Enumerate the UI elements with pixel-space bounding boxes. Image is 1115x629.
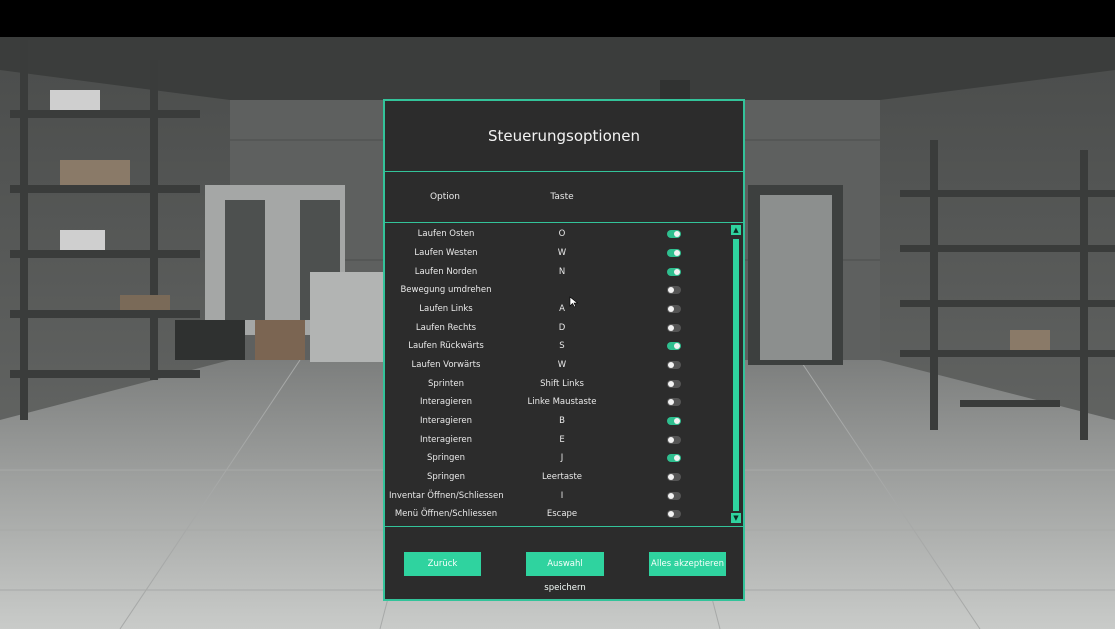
toggle-knob (674, 250, 680, 256)
option-toggle[interactable] (667, 436, 681, 444)
key-binding[interactable]: O (510, 229, 614, 239)
options-list[interactable]: Laufen Osten O Laufen Westen W Laufen No… (385, 225, 731, 525)
scrollbar-thumb[interactable] (733, 239, 739, 511)
save-selection-button[interactable]: Auswahl speichern (526, 552, 604, 593)
option-row: Bewegung umdrehen (385, 281, 731, 299)
option-label: Laufen Westen (414, 248, 478, 258)
option-toggle[interactable] (667, 249, 681, 257)
toggle-knob (668, 437, 674, 443)
option-label: Sprinten (428, 379, 464, 389)
option-row: Sprinten Shift Links (385, 375, 731, 393)
option-label: Springen (426, 472, 466, 482)
toggle-knob (674, 269, 680, 275)
option-row: Interagieren Linke Maustaste (385, 393, 731, 411)
toggle-knob (668, 362, 674, 368)
option-toggle[interactable] (667, 398, 681, 406)
list-scrollbar[interactable]: ▲ ▼ (731, 225, 741, 525)
option-toggle[interactable] (667, 380, 681, 388)
toggle-knob (668, 399, 674, 405)
controls-options-panel: Steuerungsoptionen Option Taste Laufen O… (383, 99, 745, 601)
option-label: Interagieren (419, 397, 473, 407)
option-label: Laufen Osten (417, 229, 475, 239)
toggle-knob (674, 343, 680, 349)
option-toggle[interactable] (667, 454, 681, 462)
key-binding[interactable]: S (510, 341, 614, 351)
option-label: Inventar Öffnen/Schliessen (389, 491, 504, 501)
option-row: Interagieren B (385, 412, 731, 430)
option-label: Laufen Rechts (415, 323, 477, 333)
panel-title: Steuerungsoptionen (385, 101, 743, 172)
toggle-knob (668, 493, 674, 499)
option-label: Interagieren (419, 435, 473, 445)
column-header-key: Taste (550, 192, 574, 202)
option-label: Laufen Norden (414, 267, 478, 277)
key-binding[interactable]: Linke Maustaste (510, 397, 614, 407)
scroll-down-icon[interactable]: ▼ (731, 513, 741, 523)
key-binding[interactable]: J (510, 453, 614, 463)
toggle-knob (668, 306, 674, 312)
option-label: Bewegung umdrehen (400, 285, 492, 295)
option-row: Laufen Rechts D (385, 319, 731, 337)
toggle-knob (668, 287, 674, 293)
option-label: Laufen Vorwärts (411, 360, 481, 370)
option-toggle[interactable] (667, 361, 681, 369)
toggle-knob (668, 474, 674, 480)
option-toggle[interactable] (667, 324, 681, 332)
option-label: Interagieren (419, 416, 473, 426)
option-toggle[interactable] (667, 492, 681, 500)
key-binding[interactable]: A (510, 304, 614, 314)
option-row: Laufen Westen W (385, 244, 731, 262)
option-row: Springen J (385, 449, 731, 467)
option-row: Laufen Vorwärts W (385, 356, 731, 374)
option-toggle[interactable] (667, 286, 681, 294)
key-binding[interactable]: Escape (510, 509, 614, 519)
option-row: Inventar Öffnen/Schliessen I (385, 487, 731, 505)
option-row: Springen Leertaste (385, 468, 731, 486)
option-toggle[interactable] (667, 510, 681, 518)
column-header: Option Taste (385, 172, 743, 223)
accept-all-button[interactable]: Alles akzeptieren (649, 552, 726, 576)
key-binding[interactable]: Leertaste (510, 472, 614, 482)
mouse-cursor-icon (569, 296, 579, 308)
option-row: Laufen Rückwärts S (385, 337, 731, 355)
option-label: Springen (426, 453, 466, 463)
key-binding[interactable]: E (510, 435, 614, 445)
key-binding[interactable]: W (510, 248, 614, 258)
scroll-up-icon[interactable]: ▲ (731, 225, 741, 235)
key-binding[interactable]: D (510, 323, 614, 333)
key-binding[interactable]: W (510, 360, 614, 370)
option-toggle[interactable] (667, 268, 681, 276)
toggle-knob (668, 325, 674, 331)
back-button[interactable]: Zurück (404, 552, 481, 576)
key-binding[interactable]: N (510, 267, 614, 277)
toggle-knob (668, 381, 674, 387)
toggle-knob (668, 511, 674, 517)
column-header-option: Option (429, 192, 461, 202)
key-binding[interactable]: I (510, 491, 614, 501)
toggle-knob (674, 231, 680, 237)
key-binding[interactable]: B (510, 416, 614, 426)
option-row: Laufen Norden N (385, 263, 731, 281)
option-row: Laufen Links A (385, 300, 731, 318)
option-label: Laufen Links (419, 304, 473, 314)
toggle-knob (674, 455, 680, 461)
option-row: Menü Öffnen/Schliessen Escape (385, 505, 731, 523)
toggle-knob (674, 418, 680, 424)
option-label: Menü Öffnen/Schliessen (394, 509, 498, 519)
letterbox-bar (0, 0, 1115, 37)
option-toggle[interactable] (667, 417, 681, 425)
option-toggle[interactable] (667, 342, 681, 350)
option-toggle[interactable] (667, 230, 681, 238)
key-binding[interactable]: Shift Links (510, 379, 614, 389)
option-row: Interagieren E (385, 431, 731, 449)
option-toggle[interactable] (667, 473, 681, 481)
option-toggle[interactable] (667, 305, 681, 313)
option-label: Laufen Rückwärts (408, 341, 484, 351)
footer-divider (385, 526, 743, 527)
option-row: Laufen Osten O (385, 225, 731, 243)
